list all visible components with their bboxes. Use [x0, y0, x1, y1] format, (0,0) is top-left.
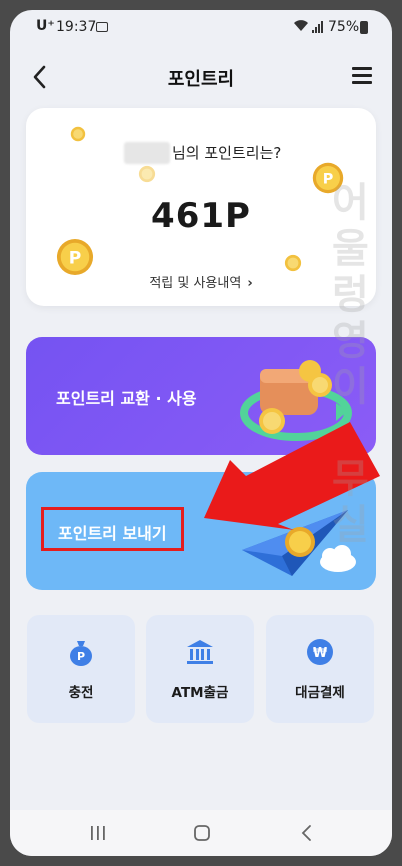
status-bar: U⁺ 19:37 75%	[10, 10, 392, 46]
chevron-right-icon: ›	[247, 276, 253, 291]
charge-label: 충전	[68, 685, 94, 701]
battery-percent: 75%	[328, 19, 360, 35]
exchange-use-label: 포인트리 교환 · 사용	[56, 389, 197, 408]
system-navbar	[10, 810, 392, 856]
coin-icon	[70, 126, 86, 142]
send-highlight-box: 포인트리 보내기	[41, 507, 184, 551]
send-points-label: 포인트리 보내기	[58, 524, 167, 543]
payment-label: 대금결제	[295, 685, 345, 701]
point-question: 님의 포인트리는?	[172, 144, 282, 162]
money-bag-icon: P	[70, 641, 92, 666]
menu-button[interactable]	[352, 66, 374, 86]
app-header: 포인트리	[10, 46, 392, 108]
recent-apps-icon	[91, 826, 105, 840]
signal-icon	[312, 21, 324, 33]
home-icon	[194, 825, 210, 841]
history-link-label: 적립 및 사용내역	[149, 276, 242, 291]
recent-apps-button[interactable]	[86, 822, 110, 844]
wifi-icon	[293, 19, 309, 36]
coin-icon	[284, 254, 302, 272]
bank-icon	[187, 640, 213, 664]
atm-withdraw-label: ATM출금	[171, 685, 229, 701]
image-icon	[96, 22, 108, 32]
svg-text:P: P	[323, 172, 334, 188]
clock: 19:37	[56, 19, 97, 35]
nav-back-button[interactable]	[296, 822, 320, 844]
won-coin-icon: ₩	[307, 639, 333, 665]
svg-text:P: P	[69, 249, 82, 269]
masked-user-name	[124, 142, 170, 164]
carrier-label: U⁺	[36, 18, 55, 34]
chevron-left-icon	[33, 65, 46, 89]
point-balance: 461P	[151, 196, 251, 236]
coin-icon: P	[312, 162, 344, 194]
payment-button[interactable]: ₩ 대금결제	[266, 615, 374, 723]
phone-screen: U⁺ 19:37 75% 포인트리 님의 포인트리는? 461P 적립 및 사용…	[10, 10, 392, 856]
atm-withdraw-button[interactable]: ATM출금	[146, 615, 254, 723]
page-title: 포인트리	[167, 69, 235, 90]
red-arrow-annotation	[204, 422, 380, 530]
home-button[interactable]	[190, 822, 214, 844]
coin-icon: P	[56, 238, 94, 276]
back-button[interactable]	[28, 60, 56, 94]
battery-icon	[360, 21, 368, 34]
coin-icon	[138, 165, 156, 183]
svg-text:₩: ₩	[313, 646, 328, 661]
point-balance-card: 님의 포인트리는? 461P 적립 및 사용내역 › P P	[26, 108, 376, 306]
back-icon	[301, 825, 311, 841]
svg-text:P: P	[77, 650, 85, 663]
charge-button[interactable]: P 충전	[27, 615, 135, 723]
